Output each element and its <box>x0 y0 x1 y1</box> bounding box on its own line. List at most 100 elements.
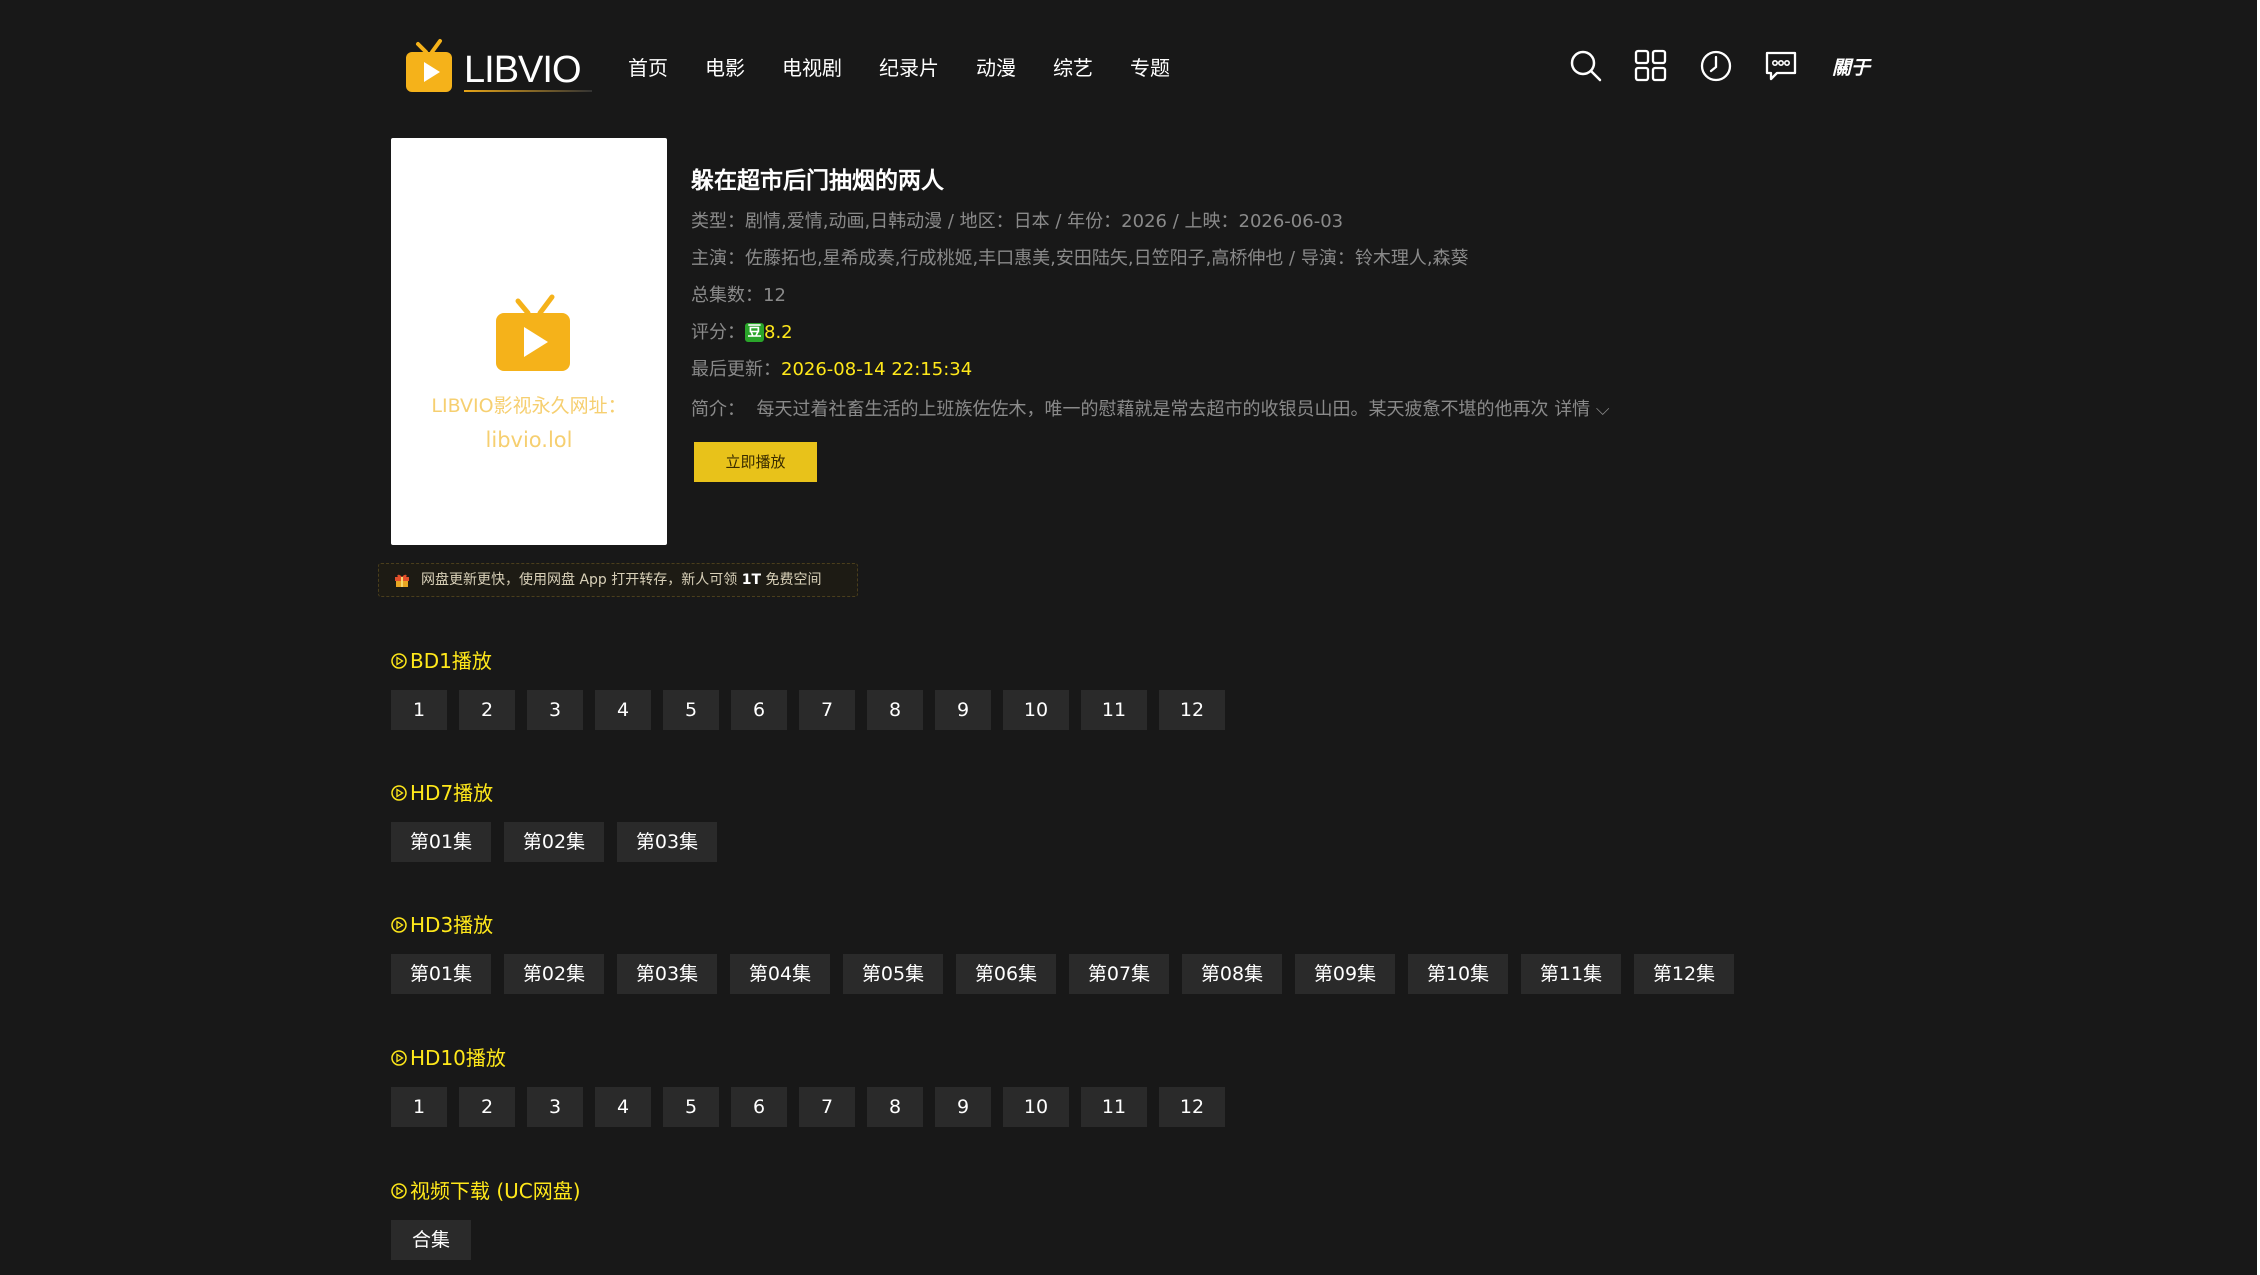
nav-item-anime[interactable]: 动漫 <box>976 52 1016 84</box>
source-title-text: HD3播放 <box>410 913 494 937</box>
episode-button[interactable]: 第02集 <box>504 822 604 862</box>
source-title-text: 视频下载 (UC网盘) <box>410 1179 581 1203</box>
intro-line: 简介： 每天过着社畜生活的上班族佐佐木，唯一的慰藉就是常去超市的收银员山田。某天… <box>691 397 1610 423</box>
episode-button[interactable]: 6 <box>731 690 787 730</box>
episode-button[interactable]: 2 <box>459 690 515 730</box>
episode-button[interactable]: 第03集 <box>617 822 717 862</box>
episode-button[interactable]: 4 <box>595 1087 651 1127</box>
source-title-text: HD7播放 <box>410 781 494 805</box>
site-logo[interactable]: LIBVIO <box>404 38 594 98</box>
episode-button[interactable]: 3 <box>527 1087 583 1127</box>
tv-logo-icon <box>496 294 570 371</box>
poster-url: libvio.lol <box>485 428 573 452</box>
history-icon[interactable] <box>1698 48 1734 84</box>
play-source-bd1: BD1播放 1 2 3 4 5 6 7 8 9 10 11 12 <box>391 646 1225 730</box>
source-title-text: BD1播放 <box>410 649 492 673</box>
episode-button[interactable]: 1 <box>391 690 447 730</box>
source-title: HD3播放 <box>391 910 493 940</box>
updated-value: 2026-08-14 22:15:34 <box>781 359 973 380</box>
episode-button[interactable]: 第05集 <box>843 954 943 994</box>
episode-button[interactable]: 3 <box>527 690 583 730</box>
episode-button[interactable]: 第12集 <box>1634 954 1734 994</box>
search-icon[interactable] <box>1568 48 1604 84</box>
site-header: LIBVIO 首页 电影 电视剧 纪录片 动漫 综艺 专题 關于 <box>0 0 2257 130</box>
play-now-button[interactable]: 立即播放 <box>694 442 817 482</box>
episodes-count: 总集数：12 <box>691 285 786 306</box>
poster-placeholder[interactable]: LIBVIO影视永久网址： libvio.lol <box>391 138 667 545</box>
source-title: BD1播放 <box>391 646 492 676</box>
source-title: HD7播放 <box>391 778 493 808</box>
intro-text: 每天过着社畜生活的上班族佐佐木，唯一的慰藉就是常去超市的收银员山田。某天疲惫不堪… <box>756 399 1549 420</box>
poster-caption: LIBVIO影视永久网址： <box>431 395 627 417</box>
episode-button[interactable]: 11 <box>1081 1087 1147 1127</box>
episode-button[interactable]: 9 <box>935 1087 991 1127</box>
type-line: 类型：剧情,爱情,动画,日韩动漫 / 地区：日本 / 年份：2026 / 上映：… <box>691 211 1344 232</box>
episode-button[interactable]: 5 <box>663 690 719 730</box>
episode-button[interactable]: 第07集 <box>1069 954 1169 994</box>
episode-button[interactable]: 11 <box>1081 690 1147 730</box>
episode-button[interactable]: 第10集 <box>1408 954 1508 994</box>
promo-text-before: 网盘更新更快，使用网盘 App 打开转存，新人可领 <box>421 572 742 588</box>
episode-button[interactable]: 第02集 <box>504 954 604 994</box>
episode-button[interactable]: 10 <box>1003 1087 1069 1127</box>
episode-button[interactable]: 7 <box>799 690 855 730</box>
episode-button[interactable]: 第11集 <box>1521 954 1621 994</box>
episode-button[interactable]: 第09集 <box>1295 954 1395 994</box>
play-source-hd7: HD7播放 第01集 第02集 第03集 <box>391 778 717 862</box>
intro-label: 简介： <box>691 399 745 420</box>
nav-item-topics[interactable]: 专题 <box>1130 52 1170 84</box>
nav-item-home[interactable]: 首页 <box>628 52 668 84</box>
episode-button[interactable]: 第06集 <box>956 954 1056 994</box>
episode-button[interactable]: 第08集 <box>1182 954 1282 994</box>
episode-button[interactable]: 8 <box>867 1087 923 1127</box>
episode-button[interactable]: 8 <box>867 690 923 730</box>
cast-line: 主演：佐藤拓也,星希成奏,行成桃姬,丰口惠美,安田陆矢,日笠阳子,高桥伸也 / … <box>691 248 1469 269</box>
source-title: HD10播放 <box>391 1043 506 1073</box>
episode-button[interactable]: 第01集 <box>391 954 491 994</box>
episode-button[interactable]: 5 <box>663 1087 719 1127</box>
promo-text-after: 免费空间 <box>761 572 822 588</box>
updated-line: 最后更新：2026-08-14 22:15:34 <box>691 357 972 383</box>
promo-text: 网盘更新更快，使用网盘 App 打开转存，新人可领 1T 免费空间 <box>421 564 821 596</box>
episode-button[interactable]: 第01集 <box>391 822 491 862</box>
episode-button[interactable]: 12 <box>1159 690 1225 730</box>
rating-value: 8.2 <box>764 322 793 343</box>
message-icon[interactable] <box>1763 48 1799 84</box>
episode-button[interactable]: 12 <box>1159 1087 1225 1127</box>
source-title: 视频下载 (UC网盘) <box>391 1176 581 1206</box>
nav-item-tv-series[interactable]: 电视剧 <box>782 52 842 84</box>
expand-detail-link[interactable]: 详情 ⌵ <box>1554 399 1609 420</box>
tv-logo-icon <box>406 39 452 92</box>
grid-icon[interactable] <box>1633 48 1669 84</box>
episode-button[interactable]: 9 <box>935 690 991 730</box>
nav-item-variety[interactable]: 综艺 <box>1053 52 1093 84</box>
page-title: 躲在超市后门抽烟的两人 <box>691 168 944 194</box>
episode-button[interactable]: 第03集 <box>617 954 717 994</box>
episode-button[interactable]: 7 <box>799 1087 855 1127</box>
source-title-text: HD10播放 <box>410 1046 506 1070</box>
episode-button[interactable]: 合集 <box>391 1220 471 1260</box>
episode-button[interactable]: 2 <box>459 1087 515 1127</box>
nav-item-movies[interactable]: 电影 <box>705 52 745 84</box>
play-source-hd10: HD10播放 1 2 3 4 5 6 7 8 9 10 11 12 <box>391 1043 1225 1127</box>
play-source-hd3: HD3播放 第01集 第02集 第03集 第04集 第05集 第06集 第07集 第08集 第0… <box>391 910 1734 994</box>
episode-button[interactable]: 6 <box>731 1087 787 1127</box>
nav-item-documentary[interactable]: 纪录片 <box>879 52 939 84</box>
douban-icon: 豆 <box>745 323 764 342</box>
page: LIBVIO 首页 电影 电视剧 纪录片 动漫 综艺 专题 關于 LIBVIO影… <box>0 0 2260 1275</box>
promo-banner[interactable]: 网盘更新更快，使用网盘 App 打开转存，新人可领 1T 免费空间 <box>378 563 858 597</box>
play-circle-icon <box>391 1183 407 1199</box>
logo-text: LIBVIO <box>464 49 581 91</box>
episode-button[interactable]: 1 <box>391 1087 447 1127</box>
rating-label: 评分： <box>691 322 745 343</box>
episode-button[interactable]: 第04集 <box>730 954 830 994</box>
play-circle-icon <box>391 1050 407 1066</box>
episode-button[interactable]: 4 <box>595 690 651 730</box>
play-circle-icon <box>391 785 407 801</box>
logo-underline <box>464 90 592 92</box>
episode-button[interactable]: 10 <box>1003 690 1069 730</box>
about-link[interactable]: 關于 <box>1832 54 1870 82</box>
updated-label: 最后更新： <box>691 359 781 380</box>
download-source-uc: 视频下载 (UC网盘) 合集 <box>391 1176 581 1260</box>
rating-line: 评分：豆 8.2 <box>691 320 793 346</box>
